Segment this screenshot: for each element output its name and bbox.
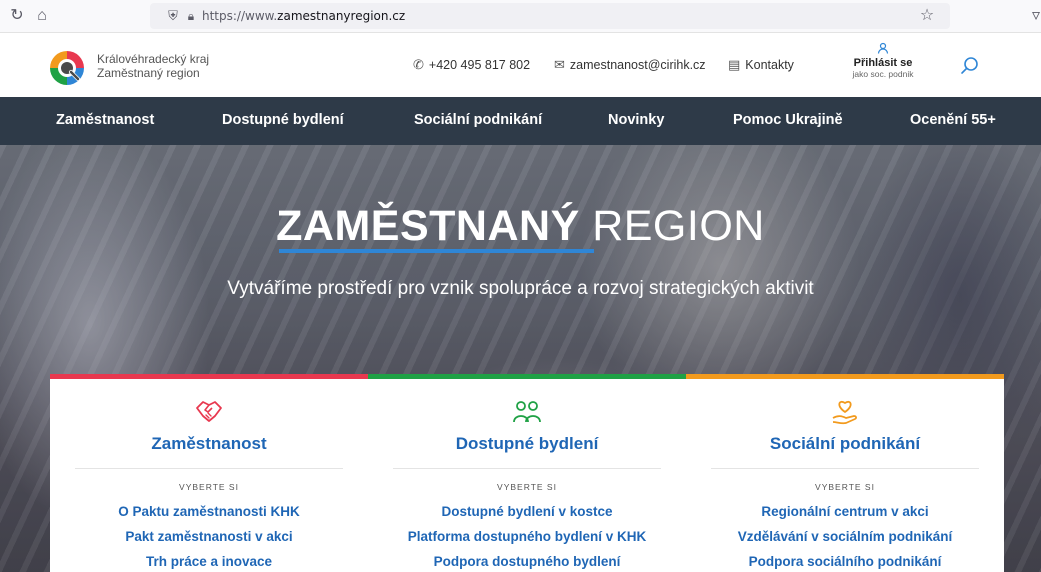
card-link[interactable]: Podpora dostupného bydlení bbox=[368, 554, 686, 569]
hero-title-underline bbox=[279, 249, 594, 253]
card-socialni-podnikani: Sociální podnikání VYBERTE SI Regionální… bbox=[686, 374, 1004, 572]
card-link[interactable]: Vzdělávání v sociálním podnikání bbox=[686, 529, 1004, 544]
card-link[interactable]: Pakt zaměstnanosti v akci bbox=[50, 529, 368, 544]
card-title[interactable]: Zaměstnanost bbox=[50, 434, 368, 454]
card-divider bbox=[393, 468, 661, 469]
card-accent-bar bbox=[50, 374, 368, 379]
login-title: Přihlásit se bbox=[853, 57, 913, 69]
card-title[interactable]: Dostupné bydlení bbox=[368, 434, 686, 454]
reload-icon[interactable]: ↻ bbox=[8, 7, 26, 25]
card-link[interactable]: Trh práce a inovace bbox=[50, 554, 368, 569]
site-header: Královéhradecký kraj Zaměstnaný region ✆… bbox=[0, 34, 1041, 97]
logo-text[interactable]: Královéhradecký kraj Zaměstnaný region bbox=[97, 52, 209, 80]
card-link[interactable]: Podpora sociálního podnikání bbox=[686, 554, 1004, 569]
login-button[interactable]: Přihlásit se jako soc. podnik bbox=[843, 42, 923, 79]
hero-title-bold: ZAMĚSTNANÝ bbox=[276, 202, 580, 250]
nav-item-socialni-podnikani[interactable]: Sociální podnikání bbox=[414, 112, 542, 128]
address-bar[interactable]: ⛨ 🔒︎ https://www.zamestnanyregion.cz ☆ bbox=[150, 3, 950, 29]
card-dostupne-bydleni: Dostupné bydlení VYBERTE SI Dostupné byd… bbox=[368, 374, 686, 572]
contacts-label: Kontakty bbox=[745, 58, 794, 72]
lock-icon[interactable]: 🔒︎ bbox=[182, 7, 200, 25]
card-accent-bar bbox=[368, 374, 686, 379]
handshake-icon bbox=[196, 401, 222, 422]
pocket-icon[interactable]: ▿ bbox=[1027, 7, 1041, 25]
url-prefix: https://www. bbox=[202, 9, 278, 23]
card-select-label: VYBERTE SI bbox=[497, 482, 557, 492]
contacts-link[interactable]: ▤ Kontakty bbox=[728, 57, 794, 73]
people-icon bbox=[513, 401, 541, 423]
card-link[interactable]: Regionální centrum v akci bbox=[686, 504, 1004, 519]
contact-card-icon: ▤ bbox=[728, 57, 741, 72]
nav-item-zamestnanost[interactable]: Zaměstnanost bbox=[56, 112, 154, 128]
url-text[interactable]: https://www.zamestnanyregion.cz bbox=[202, 9, 405, 23]
nav-item-oceneni-55[interactable]: Ocenění 55+ bbox=[910, 112, 996, 128]
mail-icon: ✉ bbox=[554, 57, 565, 72]
nav-item-pomoc-ukrajine[interactable]: Pomoc Ukrajině bbox=[733, 112, 843, 128]
card-divider bbox=[711, 468, 979, 469]
card-title[interactable]: Sociální podnikání bbox=[686, 434, 1004, 454]
hero-subtitle: Vytváříme prostředí pro vznik spolupráce… bbox=[227, 278, 814, 299]
card-divider bbox=[75, 468, 343, 469]
email-address: zamestnanost@cirihk.cz bbox=[569, 58, 706, 72]
card-select-label: VYBERTE SI bbox=[179, 482, 239, 492]
home-icon[interactable]: ⌂ bbox=[33, 7, 51, 25]
logo-icon[interactable] bbox=[47, 48, 87, 88]
phone-link[interactable]: ✆ +420 495 817 802 bbox=[413, 57, 530, 73]
heart-hand-icon bbox=[832, 400, 857, 425]
bookmark-star-icon[interactable]: ☆ bbox=[918, 7, 936, 25]
card-link[interactable]: O Paktu zaměstnanosti KHK bbox=[50, 504, 368, 519]
logo-line-2: Zaměstnaný region bbox=[97, 66, 200, 80]
login-subtitle: jako soc. podnik bbox=[852, 69, 914, 79]
main-navigation: Zaměstnanost Dostupné bydlení Sociální p… bbox=[0, 97, 1041, 145]
card-select-label: VYBERTE SI bbox=[815, 482, 875, 492]
shield-icon[interactable]: ⛨ bbox=[164, 7, 182, 25]
url-host: zamestnanyregion.cz bbox=[277, 9, 406, 23]
card-zamestnanost: Zaměstnanost VYBERTE SI O Paktu zaměstna… bbox=[50, 374, 368, 572]
phone-icon: ✆ bbox=[413, 57, 424, 72]
browser-toolbar: ↻ ⌂ ⛨ 🔒︎ https://www.zamestnanyregion.cz… bbox=[0, 0, 1041, 33]
nav-item-dostupne-bydleni[interactable]: Dostupné bydlení bbox=[222, 112, 344, 128]
hero-title: ZAMĚSTNANÝ REGION bbox=[0, 202, 1041, 251]
logo-line-1: Královéhradecký kraj bbox=[97, 52, 210, 66]
search-icon[interactable] bbox=[960, 56, 980, 76]
card-accent-bar bbox=[686, 374, 1004, 379]
phone-number: +420 495 817 802 bbox=[428, 58, 531, 72]
email-link[interactable]: ✉ zamestnanost@cirihk.cz bbox=[554, 57, 706, 73]
user-icon bbox=[877, 42, 889, 54]
card-link[interactable]: Dostupné bydlení v kostce bbox=[368, 504, 686, 519]
card-link[interactable]: Platforma dostupného bydlení v KHK bbox=[368, 529, 686, 544]
hero-title-light: REGION bbox=[592, 202, 765, 250]
nav-item-novinky[interactable]: Novinky bbox=[608, 112, 664, 128]
